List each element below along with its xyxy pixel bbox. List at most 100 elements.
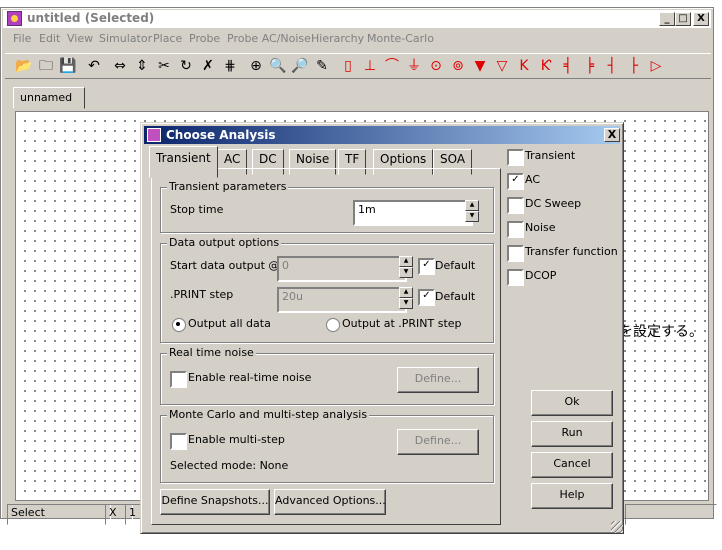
rotate-icon[interactable]: ↻ bbox=[177, 57, 195, 75]
diode-icon[interactable]: ▼ bbox=[471, 57, 489, 75]
maximize-button[interactable]: □ bbox=[675, 12, 691, 26]
minimize-button[interactable]: _ bbox=[659, 12, 675, 26]
ground-icon[interactable]: ⏚ bbox=[405, 57, 423, 75]
analysis-option-transfer-function[interactable]: Transfer function bbox=[507, 243, 621, 262]
start-data-spinner[interactable]: ▲ ▼ bbox=[399, 256, 413, 278]
enable-multistep-checkbox[interactable] bbox=[170, 433, 187, 450]
print-step-spinner[interactable]: ▲ ▼ bbox=[399, 287, 413, 309]
status-mode: Select bbox=[7, 504, 111, 525]
document-tabs: unnamed bbox=[5, 82, 711, 110]
open-folder-icon[interactable]: 📂 bbox=[15, 57, 33, 75]
analysis-option-ac[interactable]: ✓ AC bbox=[507, 171, 621, 190]
resistor-icon[interactable]: ▯ bbox=[339, 57, 357, 75]
dialog-close-button[interactable]: X bbox=[604, 128, 620, 142]
pjfet-icon[interactable]: ├ bbox=[625, 57, 643, 75]
start-data-input[interactable]: 0 bbox=[277, 256, 407, 282]
analysis-option-dcop[interactable]: DCOP bbox=[507, 267, 621, 286]
analysis-option-dc-sweep[interactable]: DC Sweep bbox=[507, 195, 621, 214]
tab-transient[interactable]: Transient bbox=[149, 146, 218, 178]
capacitor-icon[interactable]: ⊥ bbox=[361, 57, 379, 75]
analysis-label: AC bbox=[525, 173, 541, 186]
run-button[interactable]: Run bbox=[531, 421, 613, 447]
analysis-checkbox[interactable] bbox=[507, 269, 524, 286]
enable-noise-label: Enable real-time noise bbox=[188, 371, 312, 384]
transient-parameters-group: Transient parameters Stop time 1m ▲ ▼ bbox=[160, 180, 494, 233]
multistep-define-button[interactable]: Define... bbox=[397, 429, 479, 455]
undo-icon[interactable]: ↶ bbox=[85, 57, 103, 75]
print-step-input[interactable]: 20u bbox=[277, 287, 407, 313]
analysis-list: Transient ✓ AC DC Sweep Noise Transfer functi… bbox=[507, 147, 621, 297]
start-default-checkbox[interactable]: ✓ bbox=[418, 258, 435, 275]
menu-view[interactable]: View bbox=[67, 32, 93, 45]
zener-icon[interactable]: ▽ bbox=[493, 57, 511, 75]
menu-monte-carlo[interactable]: Monte-Carlo bbox=[367, 32, 434, 45]
define-snapshots-button[interactable]: Define Snapshots... bbox=[160, 489, 270, 515]
analysis-checkbox[interactable] bbox=[507, 221, 524, 238]
print-default-label: Default bbox=[435, 290, 476, 303]
transient-panel: Transient parameters Stop time 1m ▲ ▼ Dat… bbox=[151, 168, 501, 525]
output-print-radio[interactable] bbox=[326, 318, 340, 332]
dialog-title: Choose Analysis bbox=[166, 128, 276, 142]
stop-time-input[interactable]: 1m bbox=[353, 200, 473, 226]
new-folder-icon[interactable]: 🗀 bbox=[37, 57, 55, 75]
npn-icon[interactable]: K bbox=[515, 57, 533, 75]
zoom-in-icon[interactable]: 🔎 bbox=[291, 57, 309, 75]
window-title: untitled (Selected) bbox=[27, 11, 155, 25]
stop-time-spinner[interactable]: ▲ ▼ bbox=[465, 200, 479, 222]
start-data-label: Start data output @ bbox=[170, 259, 280, 272]
analysis-checkbox[interactable] bbox=[507, 149, 524, 166]
group-title: Data output options bbox=[167, 236, 282, 249]
monte-carlo-group: Monte Carlo and multi-step analysis Enab… bbox=[160, 408, 494, 483]
flip-icon[interactable]: ⇕ bbox=[133, 57, 151, 75]
analysis-label: DC Sweep bbox=[525, 197, 582, 210]
analysis-option-transient[interactable]: Transient bbox=[507, 147, 621, 166]
group-title: Real time noise bbox=[167, 346, 256, 359]
delete-icon[interactable]: ✗ bbox=[199, 57, 217, 75]
print-default-checkbox[interactable]: ✓ bbox=[418, 289, 435, 306]
voltage-source-icon[interactable]: ⊙ bbox=[427, 57, 445, 75]
tab-unnamed[interactable]: unnamed bbox=[13, 87, 85, 109]
analysis-option-noise[interactable]: Noise bbox=[507, 219, 621, 238]
cancel-button[interactable]: Cancel bbox=[531, 452, 613, 478]
opamp-icon[interactable]: ▷ bbox=[647, 57, 665, 75]
output-all-radio[interactable] bbox=[172, 318, 186, 332]
menu-edit[interactable]: Edit bbox=[39, 32, 60, 45]
analysis-checkbox[interactable] bbox=[507, 197, 524, 214]
pnp-icon[interactable]: Ƙ bbox=[537, 57, 555, 75]
ok-button[interactable]: Ok bbox=[531, 390, 613, 416]
enable-noise-checkbox[interactable] bbox=[170, 371, 187, 388]
analysis-label: DCOP bbox=[525, 269, 557, 282]
choose-analysis-dialog: Choose Analysis X Transient AC DC Noise … bbox=[140, 122, 624, 534]
title-bar: untitled (Selected) _ □ X bbox=[3, 10, 711, 28]
pencil-icon[interactable]: ✎ bbox=[313, 57, 331, 75]
analysis-label: Transfer function bbox=[525, 245, 618, 258]
selected-mode-text: Selected mode: None bbox=[170, 459, 289, 472]
analysis-checkbox[interactable] bbox=[507, 245, 524, 262]
close-button[interactable]: X bbox=[693, 12, 709, 26]
zoom-out-icon[interactable]: 🔍 bbox=[269, 57, 287, 75]
inductor-icon[interactable]: ⌒ bbox=[383, 57, 401, 75]
menu-simulator[interactable]: Simulator bbox=[99, 32, 152, 45]
toolbar: 📂 🗀 💾 ↶ ⇔ ⇕ ✂ ↻ ✗ ⋕ ⊕ 🔍 🔎 ✎ ▯ ⊥ ⌒ ⏚ ⊙ ⊚ ▼ ▽ K Ƙ ╡ ╞ ┤ ├ ▷ bbox=[5, 53, 711, 79]
zoom-fit-icon[interactable]: ⊕ bbox=[247, 57, 265, 75]
pmos-icon[interactable]: ╞ bbox=[581, 57, 599, 75]
advanced-options-button[interactable]: Advanced Options... bbox=[274, 489, 386, 515]
resize-grip[interactable] bbox=[611, 521, 623, 533]
nmos-icon[interactable]: ╡ bbox=[559, 57, 577, 75]
menu-file[interactable]: File bbox=[13, 32, 31, 45]
mirror-icon[interactable]: ⇔ bbox=[111, 57, 129, 75]
menu-probe[interactable]: Probe bbox=[189, 32, 220, 45]
cut-icon[interactable]: ✂ bbox=[155, 57, 173, 75]
current-source-icon[interactable]: ⊚ bbox=[449, 57, 467, 75]
wire-icon[interactable]: ⋕ bbox=[221, 57, 239, 75]
noise-define-button[interactable]: Define... bbox=[397, 367, 479, 393]
help-button[interactable]: Help bbox=[531, 483, 613, 509]
menu-place[interactable]: Place bbox=[153, 32, 182, 45]
output-all-label: Output all data bbox=[188, 317, 271, 330]
analysis-checkbox[interactable]: ✓ bbox=[507, 173, 524, 190]
save-icon[interactable]: 💾 bbox=[59, 57, 77, 75]
group-title: Transient parameters bbox=[167, 180, 289, 193]
njfet-icon[interactable]: ┤ bbox=[603, 57, 621, 75]
menu-probe-ac-noise[interactable]: Probe AC/Noise bbox=[227, 32, 311, 45]
menu-hierarchy[interactable]: Hierarchy bbox=[311, 32, 364, 45]
